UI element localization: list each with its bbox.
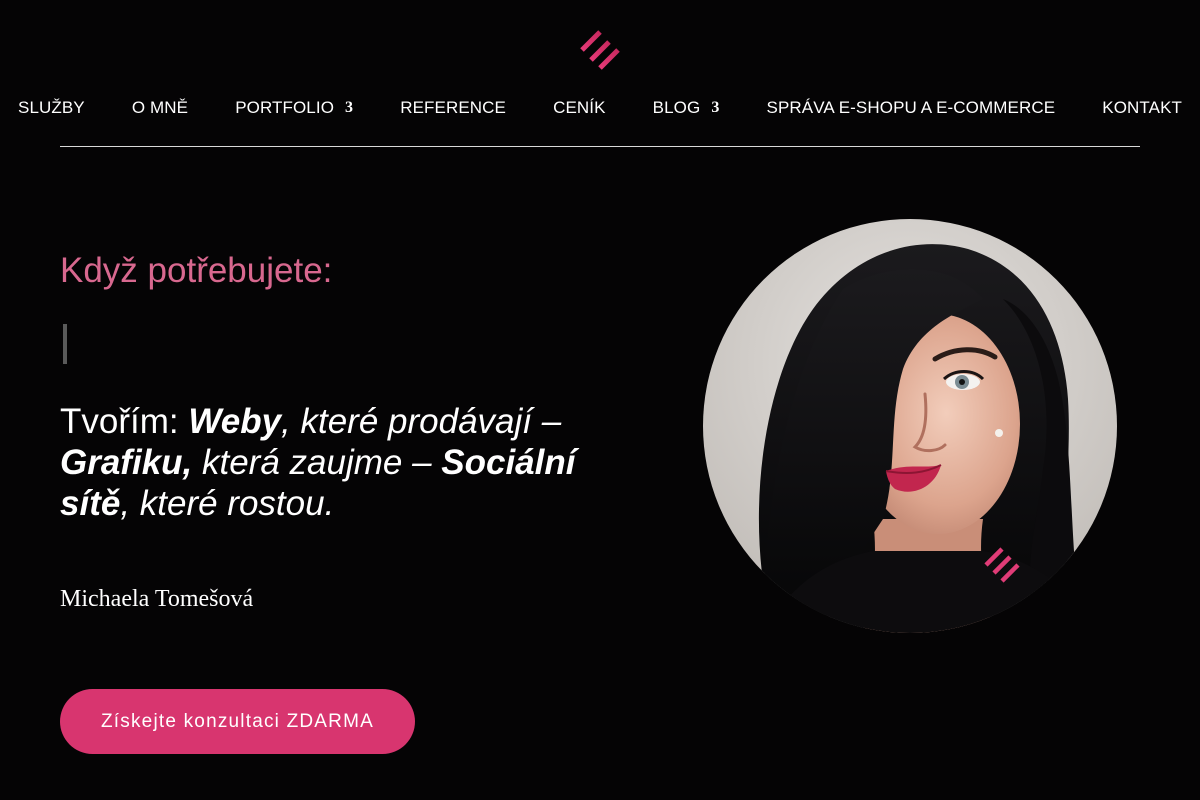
hero-kicker: Když potřebujete: — [60, 251, 333, 290]
page: SLUŽBY O MNĚ PORTFOLIO 3 REFERENCE CENÍK… — [0, 0, 1200, 800]
logo-icon[interactable] — [578, 28, 624, 70]
tagline-item-site: sítě — [60, 484, 121, 523]
main-nav: SLUŽBY O MNĚ PORTFOLIO 3 REFERENCE CENÍK… — [0, 94, 1200, 122]
signature: Michaela Tomešová — [60, 586, 254, 612]
tagline-item-grafiku: Grafiku, — [60, 443, 193, 482]
typing-cursor — [63, 324, 67, 364]
cta-label: Získejte konzultaci ZDARMA — [101, 710, 374, 732]
nav-item-sluzby[interactable]: SLUŽBY — [18, 98, 85, 118]
nav-item-portfolio[interactable]: PORTFOLIO 3 — [235, 98, 353, 118]
nav-item-label: PORTFOLIO — [235, 98, 335, 117]
nav-item-reference[interactable]: REFERENCE — [400, 98, 506, 118]
nav-item-blog[interactable]: BLOG 3 — [653, 98, 720, 118]
dropdown-caret-icon[interactable]: 3 — [711, 100, 719, 116]
nav-item-cenik[interactable]: CENÍK — [553, 98, 605, 118]
nav-item-label: BLOG — [652, 98, 701, 117]
tagline-text: která zaujme – — [192, 443, 442, 482]
tagline-text: , které rostou. — [120, 484, 335, 523]
nav-divider — [60, 146, 1140, 147]
tagline-item-socialni: Sociální — [441, 443, 576, 482]
nav-item-o-mne[interactable]: O MNĚ — [132, 98, 188, 118]
woman-portrait-photo — [703, 219, 1117, 633]
nav-item-label: SPRÁVA E-SHOPU A E-COMMERCE — [766, 98, 1056, 117]
tagline-item-weby: Weby — [188, 402, 282, 441]
nav-item-label: REFERENCE — [400, 98, 506, 117]
nav-item-label: O MNĚ — [131, 98, 189, 117]
free-consultation-button[interactable]: Získejte konzultaci ZDARMA — [60, 689, 415, 754]
nav-item-label: SLUŽBY — [18, 98, 85, 117]
tagline-text: , které prodávají – — [281, 402, 562, 441]
nav-item-sprava-eshopu[interactable]: SPRÁVA E-SHOPU A E-COMMERCE — [767, 98, 1056, 118]
nav-item-kontakt[interactable]: KONTAKT — [1102, 98, 1182, 118]
dropdown-caret-icon[interactable]: 3 — [345, 100, 353, 116]
nav-item-label: KONTAKT — [1102, 98, 1182, 117]
nav-item-label: CENÍK — [553, 98, 606, 117]
hero-tagline: Tvořím: Weby, které prodávají – Grafiku, … — [60, 401, 620, 524]
tagline-lead: Tvořím: — [60, 402, 189, 441]
